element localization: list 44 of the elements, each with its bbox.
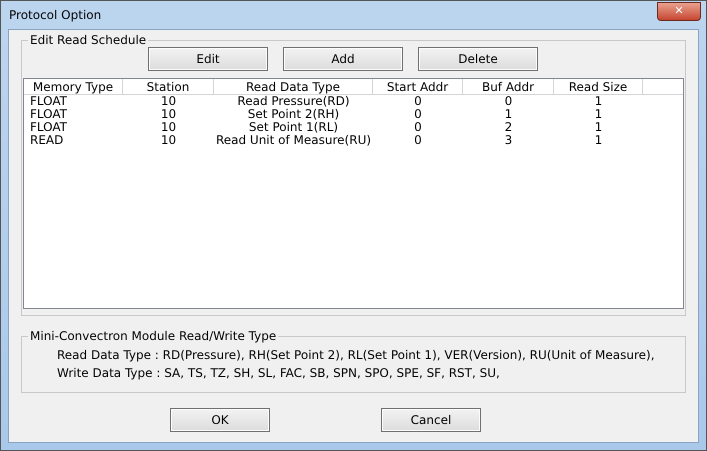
column-header[interactable]: Station	[123, 79, 214, 94]
column-header[interactable]: Start Addr	[373, 79, 463, 94]
table-cell-text: 0	[413, 121, 423, 134]
toolbar-button[interactable]: Delete	[418, 47, 538, 71]
window-title: Protocol Option	[9, 7, 102, 24]
table-cell-text: 1	[594, 95, 604, 108]
table-cell-text: 2	[504, 121, 514, 134]
table-row[interactable]: FLOAT 10 Set Point 2(RH) 0 1 1	[24, 108, 683, 121]
toolbar-button[interactable]: Edit	[148, 47, 268, 71]
table-cell-text: 10	[160, 134, 178, 147]
table-cell-text: Read Pressure(RD)	[236, 95, 351, 108]
table-cell-text: 10	[160, 108, 178, 121]
table-cell-text: Set Point 2(RH)	[246, 108, 340, 121]
table-cell-text: 0	[413, 108, 423, 121]
column-header[interactable]: Read Data Type	[214, 79, 373, 94]
dialog-button[interactable]: OK	[170, 408, 270, 432]
group-title: Edit Read Schedule	[28, 33, 148, 47]
table-cell-text: Set Point 1(RL)	[248, 121, 340, 134]
column-header[interactable]: Read Size	[554, 79, 643, 94]
dialog-button[interactable]: Cancel	[381, 408, 481, 432]
table-row[interactable]: READ 10 Read Unit of Measure(RU) 0 3 1	[24, 134, 683, 147]
table-cell-text: Read Unit of Measure(RU)	[214, 134, 372, 147]
table-cell-text: FLOAT	[29, 95, 68, 108]
column-header[interactable]: Buf Addr	[463, 79, 554, 94]
table-cell-text: 3	[504, 134, 514, 147]
group-title: Mini-Convectron Module Read/Write Type	[28, 329, 278, 343]
table-cell-text: FLOAT	[29, 108, 68, 121]
table-cell-text: 1	[504, 108, 514, 121]
table-cell-text: 1	[594, 121, 604, 134]
table-cell-text: 0	[413, 95, 423, 108]
table-cell-text: 1	[594, 134, 604, 147]
column-header[interactable]: Memory Type	[24, 79, 123, 94]
table-cell-text: 10	[160, 95, 178, 108]
table-cell-text: 1	[594, 108, 604, 121]
table-cell-text: 0	[504, 95, 514, 108]
table-cell-text: FLOAT	[29, 121, 68, 134]
info-text: Read Data Type : RD(Pressure), RH(Set Point 2), RL(Set Point 1), VER(Version), RU(Unit of Measure),	[57, 347, 656, 364]
table-row[interactable]: FLOAT 10 Set Point 1(RL) 0 2 1	[24, 121, 683, 134]
table-row[interactable]: FLOAT 10 Read Pressure(RD) 0 0 1	[24, 95, 683, 108]
info-text: Write Data Type : SA, TS, TZ, SH, SL, FAC, SB, SPN, SPO, SPE, SF, RST, SU,	[57, 365, 501, 382]
table-cell-text: 10	[160, 121, 178, 134]
toolbar-button[interactable]: Add	[283, 47, 403, 71]
table-cell-text: READ	[29, 134, 64, 147]
table-cell-text: 0	[413, 134, 423, 147]
